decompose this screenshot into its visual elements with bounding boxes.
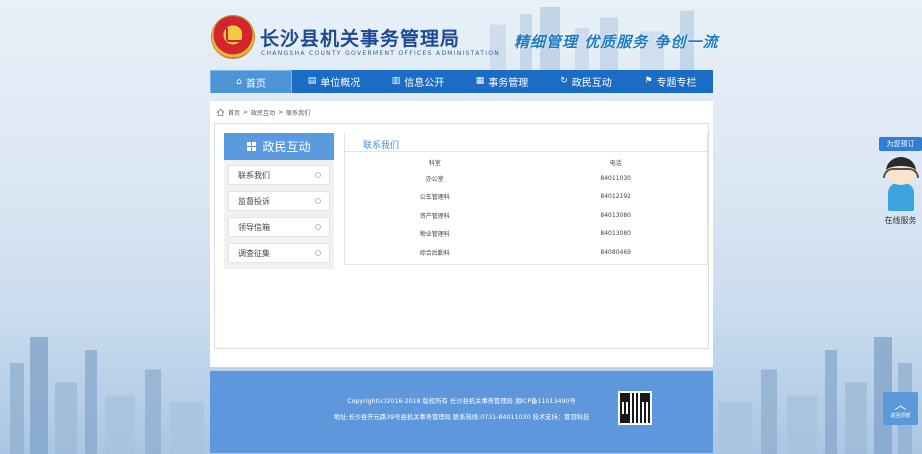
home-icon: ⌂ [236, 76, 242, 87]
sidebar-item-complaints[interactable]: 监督投诉 [228, 191, 330, 211]
sidebar-title-label: 政民互动 [262, 140, 311, 154]
home-outline-icon [216, 108, 225, 117]
online-service-tag[interactable]: 为您预订 [879, 137, 922, 151]
site-subtitle: CHANGSHA COUNTY GOVERMENT OFFICES ADMINI… [261, 50, 501, 57]
circle-icon [315, 198, 321, 204]
nav-item-label: 专题专栏 [656, 78, 697, 89]
table-cell-phone: 84080469 [600, 248, 631, 256]
circle-icon [315, 172, 321, 178]
back-to-top-label: 返回顶部 [890, 412, 911, 419]
book-icon: ▥ [391, 76, 401, 86]
chevron-up-icon: ︿ [894, 397, 907, 412]
background-skyline-left [0, 324, 210, 454]
online-service-widget[interactable]: 为您预订 在线服务 [879, 137, 922, 226]
sidebar-item-label: 领导信箱 [238, 222, 270, 232]
grid-icon [247, 142, 257, 151]
content-panel: 政民互动 联系我们 监督投诉 领导信箱 调查征集 联系我们 科室 电话 办公室 … [214, 123, 709, 349]
breadcrumb-interaction[interactable]: 政民互动 [251, 108, 275, 117]
nav-item-label: 政民互动 [571, 78, 612, 89]
sidebar-title: 政民互动 [224, 133, 334, 160]
breadcrumb-separator: > [243, 109, 249, 116]
circle-icon [315, 224, 321, 230]
sidebar: 政民互动 联系我们 监督投诉 领导信箱 调查征集 [224, 133, 334, 269]
table-row: 公车管理科 84012192 [345, 188, 707, 207]
sidebar-item-leader-mailbox[interactable]: 领导信箱 [228, 217, 330, 237]
back-to-top-button[interactable]: ︿ 返回顶部 [883, 392, 918, 425]
table-cell-phone: 84013080 [600, 211, 631, 219]
table-cell-department: 公车管理科 [419, 194, 450, 202]
table-row: 物业管理科 84013080 [345, 225, 707, 244]
qr-code-icon [618, 391, 652, 425]
breadcrumb-home[interactable]: 首页 [228, 108, 240, 117]
sidebar-item-survey[interactable]: 调查征集 [228, 243, 330, 263]
sidebar-item-label: 联系我们 [238, 170, 270, 180]
main-nav: ⌂ 首页 ▤ 单位概况 ▥ 信息公开 ▦ 事务管理 ↻ 政民互动 ⚑ 专题专栏 [210, 70, 713, 93]
breadcrumb-separator: > [278, 109, 284, 116]
table-row: 办公室 84011030 [345, 169, 707, 188]
table-cell-department: 资产管理科 [419, 212, 450, 220]
site-title: 长沙县机关事务管理局 [260, 28, 461, 50]
column-header-department: 科室 [428, 160, 441, 167]
sidebar-list: 联系我们 监督投诉 领导信箱 调查征集 [224, 160, 334, 269]
nav-item-label: 单位概况 [320, 78, 361, 89]
breadcrumb: 首页 > 政民互动 > 联系我们 [216, 108, 310, 117]
main-title-row: 联系我们 [345, 133, 707, 152]
customer-service-agent-icon[interactable] [879, 151, 922, 213]
site-header: 长沙县机关事务管理局 CHANGSHA COUNTY GOVERMENT OFF… [210, 0, 717, 70]
nav-item-home[interactable]: ⌂ 首页 [210, 70, 292, 93]
table-cell-department: 物业管理科 [419, 231, 450, 239]
column-header-phone: 电话 [609, 160, 622, 167]
nav-item-label: 首页 [245, 78, 266, 90]
online-service-label[interactable]: 在线服务 [879, 215, 922, 226]
table-row: 资产管理科 84013080 [345, 206, 707, 225]
nav-item-interaction[interactable]: ↻ 政民互动 [544, 70, 628, 93]
nav-item-affairs[interactable]: ▦ 事务管理 [460, 70, 544, 93]
nav-item-label: 信息公开 [404, 78, 445, 89]
site-footer: Copyright(c)2016-2018 版权所有 长沙县机关事务管理局 湘I… [210, 371, 713, 453]
table-cell-phone: 84013080 [600, 230, 631, 238]
contact-table: 科室 电话 办公室 84011030 公车管理科 84012192 资产管理科 … [345, 156, 707, 262]
table-cell-department: 综合后勤科 [419, 249, 450, 257]
table-cell-department: 办公室 [425, 175, 444, 183]
sidebar-item-label: 调查征集 [238, 248, 270, 258]
table-cell-phone: 84011030 [600, 174, 631, 182]
national-emblem-icon [212, 16, 254, 58]
main-section: 联系我们 科室 电话 办公室 84011030 公车管理科 84012192 资… [344, 133, 708, 265]
sidebar-item-contact-us[interactable]: 联系我们 [228, 165, 330, 185]
grid-icon: ▦ [475, 76, 485, 86]
site-slogan: 精细管理 优质服务 争创一流 [514, 33, 719, 51]
page-container: 长沙县机关事务管理局 CHANGSHA COUNTY GOVERMENT OFF… [210, 0, 717, 453]
nav-item-info-disclosure[interactable]: ▥ 信息公开 [376, 70, 460, 93]
refresh-icon: ↻ [560, 76, 568, 86]
background-skyline-right [712, 324, 922, 454]
nav-item-special-topics[interactable]: ⚑ 专题专栏 [628, 70, 713, 93]
main-title: 联系我们 [363, 141, 400, 151]
flag-icon: ⚑ [644, 76, 653, 86]
table-header-row: 科室 电话 [345, 156, 707, 169]
nav-item-overview[interactable]: ▤ 单位概况 [292, 70, 376, 93]
content-area: 首页 > 政民互动 > 联系我们 政民互动 联系我们 监督投诉 领导信箱 调查征… [210, 101, 713, 367]
breadcrumb-current: 联系我们 [286, 110, 311, 117]
building-icon: ▤ [307, 76, 317, 86]
circle-icon [315, 250, 321, 256]
table-row: 综合后勤科 84080469 [345, 243, 707, 262]
sidebar-item-label: 监督投诉 [238, 196, 270, 206]
table-cell-phone: 84012192 [600, 193, 631, 201]
nav-item-label: 事务管理 [488, 78, 529, 89]
